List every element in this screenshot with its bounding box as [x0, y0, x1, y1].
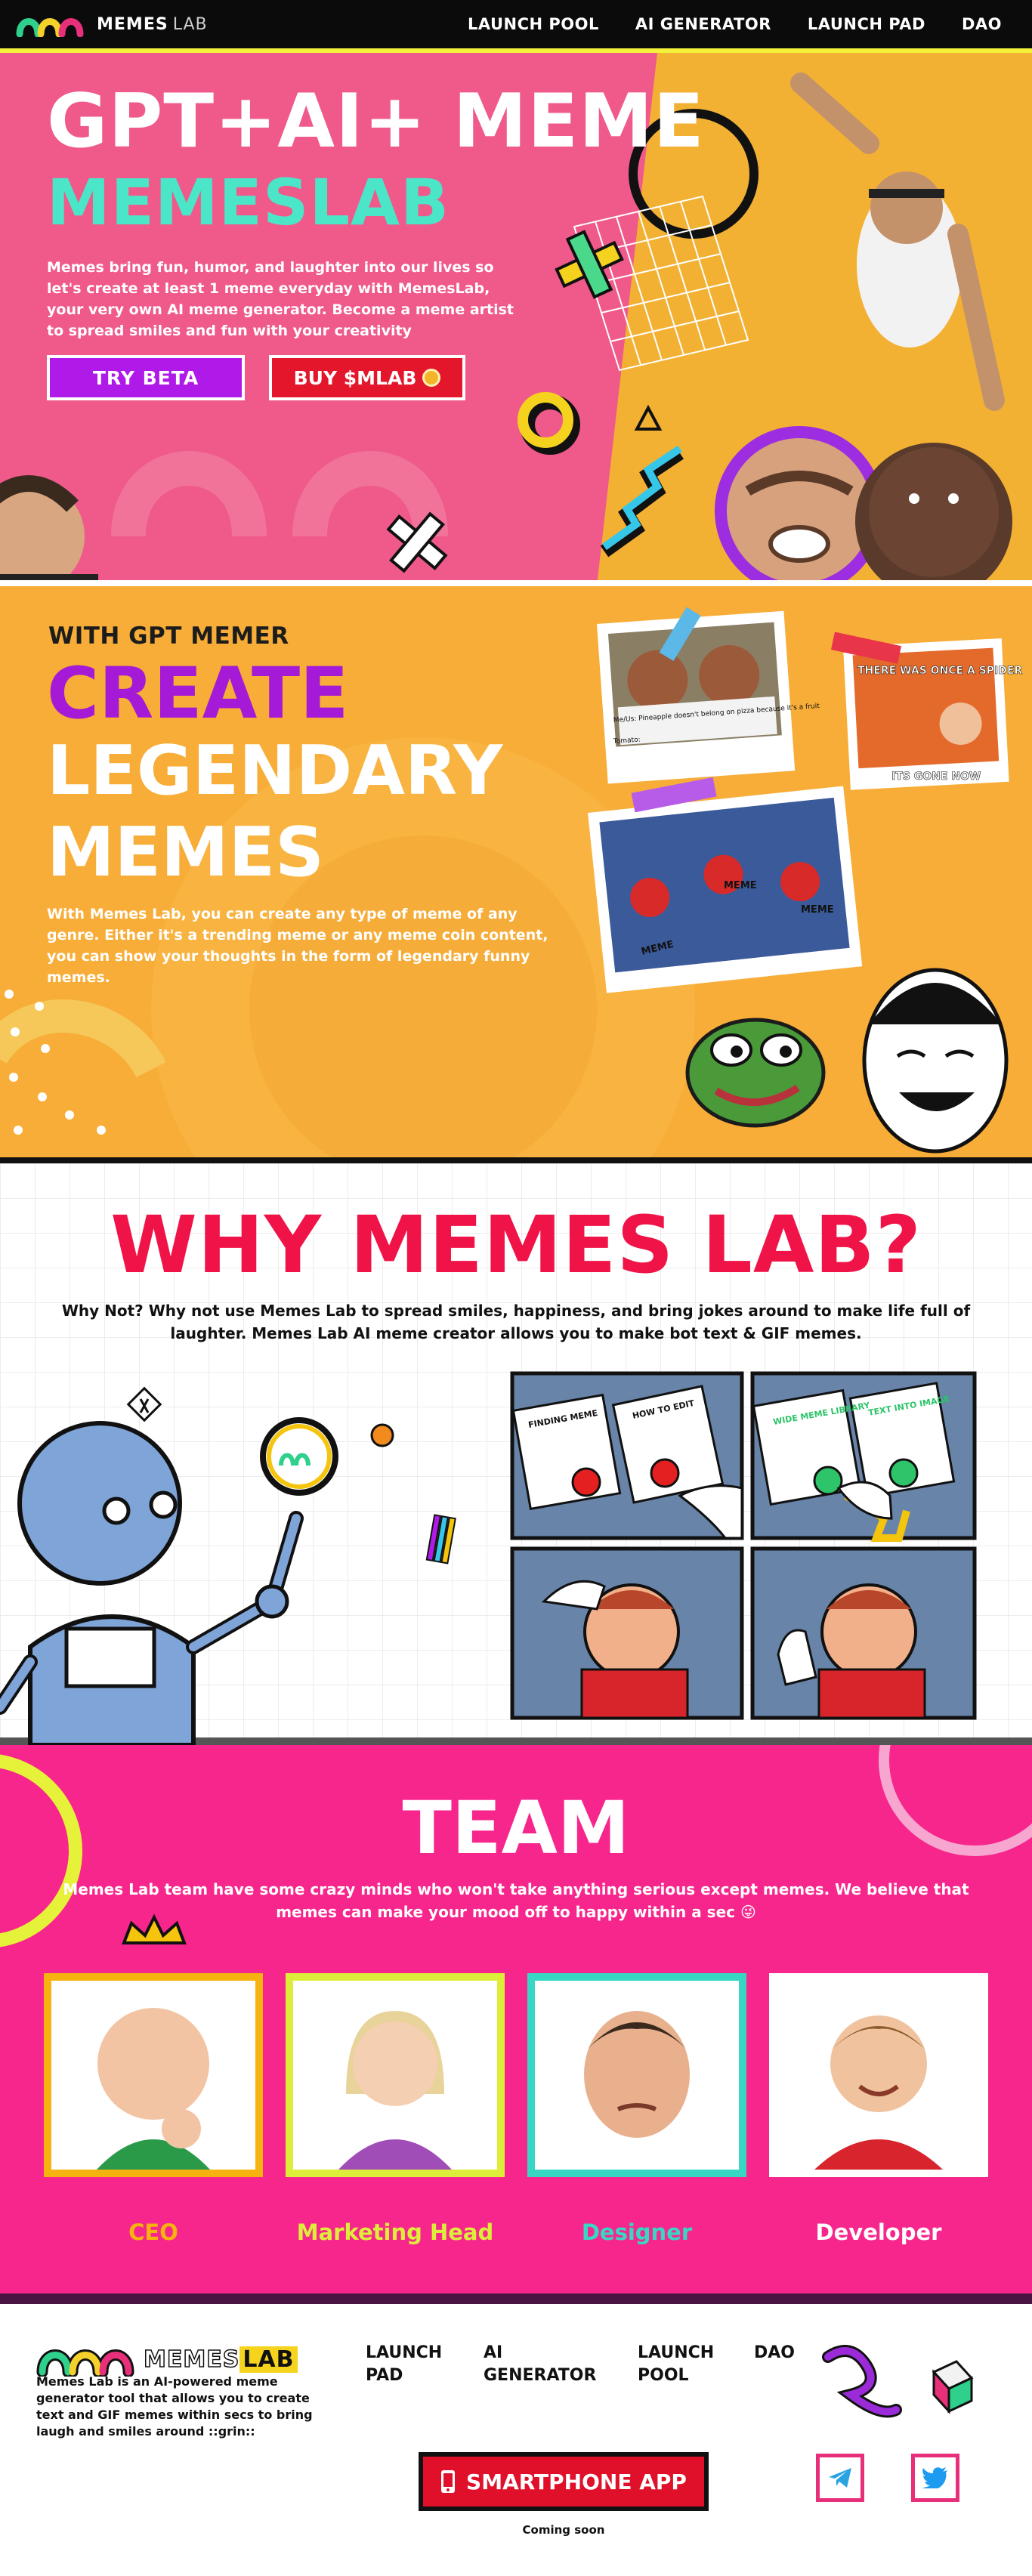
logo-icon [16, 18, 84, 37]
team-member-developer [769, 1973, 988, 2177]
hero-section: GPT+AI+ MEME MEMESLAB Memes bring fun, h… [0, 53, 1032, 586]
developer-photo [814, 2015, 943, 2170]
yao-laugh-face [862, 968, 1009, 1154]
brand-main: MEMES [97, 14, 168, 34]
spider-caption-bottom: ITS GONE NOW [891, 771, 981, 783]
pepe-face [685, 1018, 826, 1128]
brand[interactable]: MEMES LAB [15, 11, 208, 37]
comic-grid [510, 1371, 977, 1720]
why-section: WHY MEMES LAB? Why Not? Why not use Meme… [0, 1163, 1032, 1745]
telegram-icon [829, 2468, 851, 2488]
role-ceo: CEO [128, 2219, 178, 2245]
hero-description: Memes bring fun, humor, and laughter int… [47, 259, 514, 339]
team-member-ceo [44, 1973, 263, 2177]
nav-launch-pool[interactable]: LAUNCH POOL [468, 15, 599, 33]
footer-description: Memes Lab is an AI-powered meme generato… [36, 2374, 313, 2439]
team-description: Memes Lab team have some crazy minds who… [63, 1880, 969, 1921]
footer-link-launch-pad[interactable]: LAUNCH PAD [366, 2342, 449, 2387]
phone-icon [441, 2470, 456, 2493]
team-member-marketing [286, 1973, 505, 2177]
create-section: Me/Us: Pineapple doesn't belong on pizza… [0, 586, 1032, 1163]
create-heading-3: MEMES [47, 813, 324, 892]
role-developer: Developer [815, 2219, 942, 2245]
hero-title: GPT+AI+ MEME [47, 79, 705, 165]
create-eyebrow: WITH GPT MEMER [48, 622, 289, 650]
telegram-button[interactable] [816, 2454, 864, 2502]
thinking-man-figure [855, 443, 1012, 580]
nav-dao[interactable]: DAO [962, 15, 1002, 33]
footer-brand-main: MEMES [143, 2346, 240, 2374]
team-section: TEAM Memes Lab team have some crazy mind… [0, 1745, 1032, 2304]
twitter-icon [922, 2467, 947, 2488]
nav-links: LAUNCH POOL AI GENERATOR LAUNCH PAD DAO [468, 15, 1002, 33]
coin-icon [422, 369, 441, 387]
designer-photo [584, 2011, 690, 2138]
create-description: With Memes Lab, you can create any type … [47, 906, 548, 986]
buy-mlab-button[interactable]: BUY $MLAB [269, 355, 465, 400]
nav-launch-pad[interactable]: LAUNCH PAD [808, 15, 925, 33]
spiderman-meme-card [588, 777, 863, 993]
footer-brand[interactable]: MEMES LAB [36, 2342, 298, 2377]
buy-mlab-label: BUY $MLAB [293, 366, 417, 389]
role-marketing-head: Marketing Head [296, 2219, 494, 2245]
ceo-photo [97, 2008, 210, 2170]
team-title: TEAM [402, 1786, 630, 1870]
why-illustrations: FINDING MEME HOW TO EDIT WIDE MEME LIBRA… [0, 1371, 977, 1745]
marketing-head-photo [338, 2011, 452, 2170]
meme-caption-1: MEME [724, 880, 757, 891]
nav-ai-generator[interactable]: AI GENERATOR [635, 15, 771, 33]
footer-link-launch-pool[interactable]: LAUNCH POOL [638, 2342, 721, 2387]
try-beta-label: TRY BETA [92, 366, 199, 389]
role-designer: Designer [581, 2219, 693, 2245]
peeking-man-figure [0, 475, 98, 580]
brand-lab: LAB [172, 14, 208, 34]
cross-yellow-icon [555, 230, 624, 299]
footer-link-dao[interactable]: DAO [754, 2342, 807, 2364]
top-nav: MEMES LAB LAUNCH POOL AI GENERATOR LAUNC… [0, 0, 1032, 53]
footer-brand-text: MEMES LAB [143, 2346, 298, 2374]
meme-caption-2: MEME [801, 904, 834, 916]
footer: MEMES LAB Memes Lab is an AI-powered meme… [0, 2304, 1032, 2576]
coming-soon-text: Coming soon [522, 2523, 605, 2537]
smartphone-app-button[interactable]: SMARTPHONE APP [419, 2452, 709, 2511]
create-heading-2: LEGENDARY [47, 731, 503, 811]
robot-icon [0, 1386, 456, 1745]
footer-logo-icon [36, 2349, 134, 2377]
footer-decorations [822, 2345, 974, 2418]
hero-subtitle: MEMESLAB [47, 165, 450, 239]
team-member-designer [527, 1973, 746, 2177]
spider-caption-top: THERE WAS ONCE A SPIDER [857, 665, 1022, 677]
page: MEMES LAB LAUNCH POOL AI GENERATOR LAUNC… [0, 0, 1032, 2576]
create-heading-1: CREATE [47, 653, 349, 735]
puppet-meme-card [597, 607, 796, 784]
footer-brand-lab: LAB [239, 2346, 298, 2373]
disaster-girl-card [830, 632, 1009, 790]
twitter-button[interactable] [911, 2454, 959, 2502]
try-beta-button[interactable]: TRY BETA [47, 355, 245, 400]
smartphone-app-label: SMARTPHONE APP [466, 2469, 687, 2494]
footer-link-ai-generator[interactable]: AI GENERATOR [484, 2342, 596, 2387]
salt-bae-figure [790, 73, 1005, 411]
